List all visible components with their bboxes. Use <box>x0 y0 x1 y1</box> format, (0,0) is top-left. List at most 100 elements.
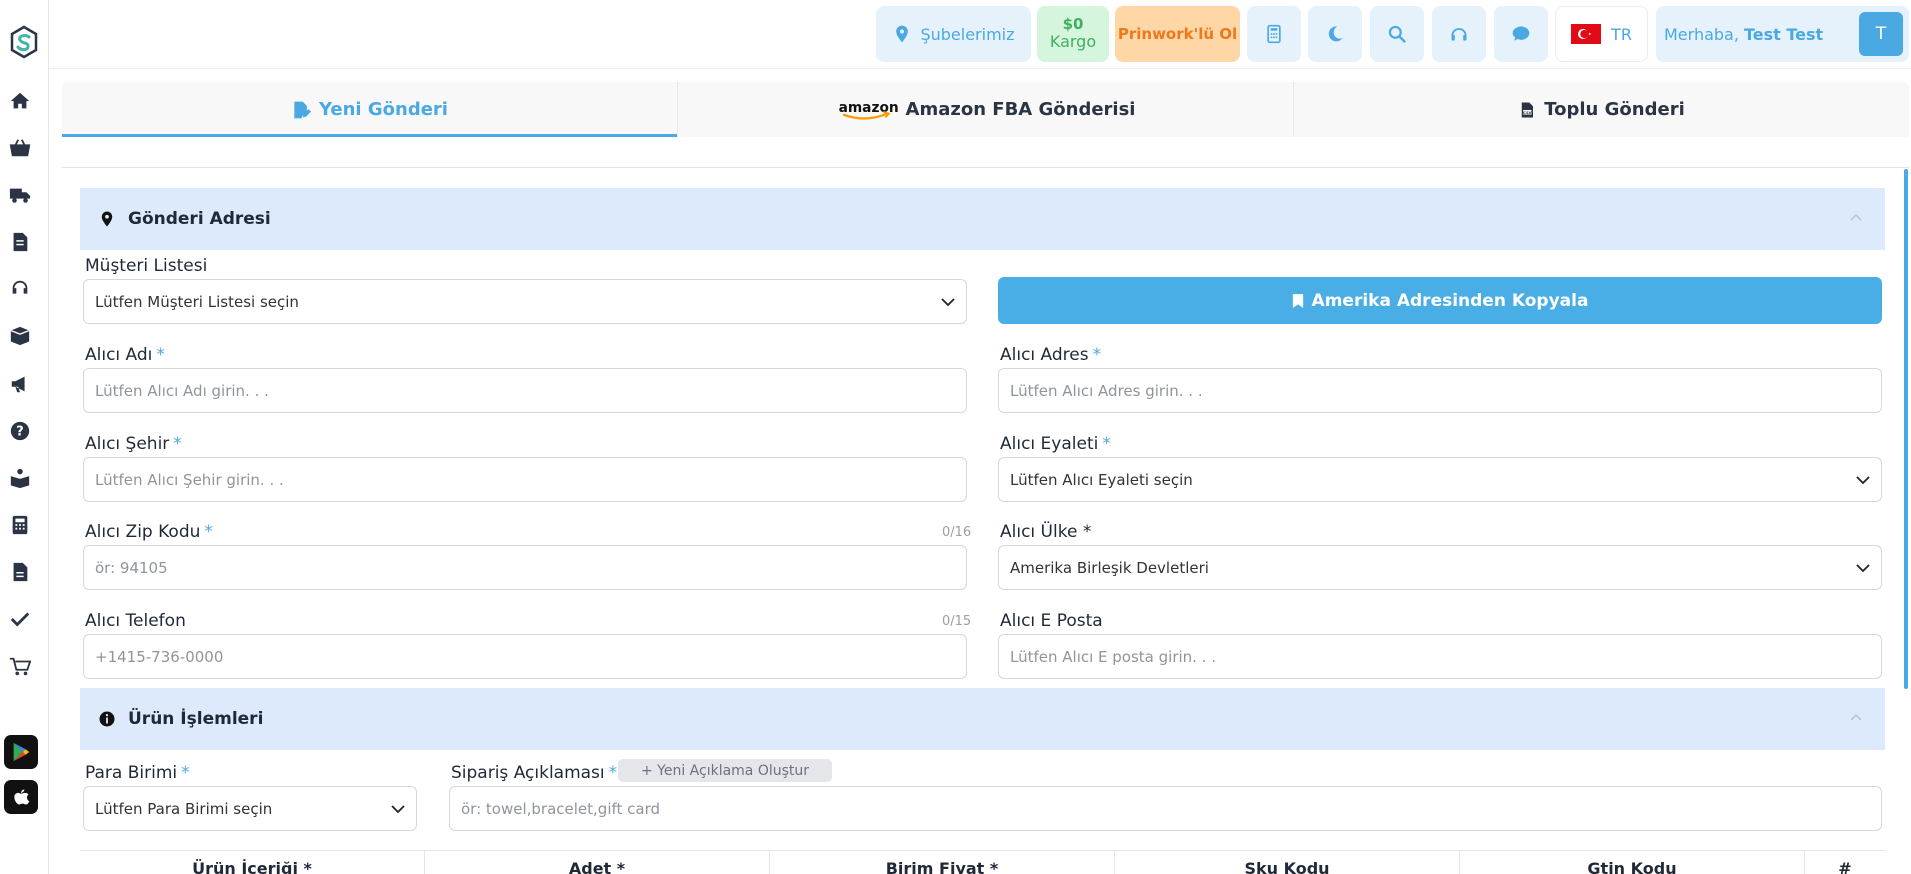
tab-bulk-shipment[interactable]: CSV Toplu Gönderi <box>1294 82 1909 137</box>
chat-button[interactable] <box>1494 6 1548 62</box>
headset-icon <box>1451 28 1467 41</box>
column-header: Gtin Kodu <box>1460 851 1805 874</box>
user-menu[interactable]: Merhaba, Test Test T <box>1656 6 1909 62</box>
section-title: Gönderi Adresi <box>128 209 271 229</box>
recipient-email-input[interactable]: Lütfen Alıcı E posta girin. . . <box>998 634 1882 679</box>
file-icon[interactable] <box>8 560 32 584</box>
section-title: Ürün İşlemleri <box>128 709 264 729</box>
truck-icon[interactable] <box>8 183 32 207</box>
chevron-down-icon <box>391 805 405 814</box>
avatar: T <box>1859 12 1903 56</box>
language-selector[interactable]: TR <box>1555 6 1648 62</box>
google-play-icon[interactable] <box>4 735 38 769</box>
recipient-name-label: Alıcı Adı * <box>85 345 165 365</box>
turkey-flag-icon <box>1571 24 1602 44</box>
sidebar: ? <box>0 0 49 874</box>
info-icon <box>99 711 115 727</box>
app-logo[interactable] <box>9 25 39 59</box>
question-icon[interactable]: ? <box>8 419 32 443</box>
calculator-icon <box>1267 24 1281 44</box>
language-label: TR <box>1611 24 1632 44</box>
form-card <box>62 167 1909 874</box>
recipient-country-select[interactable]: Amerika Birleşik Devletleri <box>998 545 1882 590</box>
section-address-header[interactable]: Gönderi Adresi <box>80 188 1885 250</box>
recipient-zip-label: Alıcı Zip Kodu * <box>85 522 213 542</box>
check-icon[interactable] <box>8 607 32 631</box>
chevron-down-icon <box>1856 476 1870 485</box>
customer-list-label: Müşteri Listesi <box>85 256 208 276</box>
location-pin-icon <box>896 25 909 43</box>
basket-icon[interactable] <box>8 136 32 160</box>
svg-text:CSV: CSV <box>1523 110 1532 114</box>
cart-icon[interactable] <box>8 655 32 679</box>
order-description-input[interactable]: ör: towel,bracelet,gift card <box>449 786 1882 831</box>
location-pin-icon <box>101 211 113 227</box>
cargo-balance[interactable]: $0 Kargo <box>1037 6 1109 62</box>
products-table-header: Ürün İçeriği * Adet * Birim Fiyat * Sku … <box>80 850 1885 874</box>
currency-label: Para Birimi * <box>85 763 190 783</box>
recipient-address-input[interactable]: Lütfen Alıcı Adres girin. . . <box>998 368 1882 413</box>
select-value: Amerika Birleşik Devletleri <box>1010 558 1209 577</box>
select-value: Lütfen Para Birimi seçin <box>95 799 273 818</box>
chevron-up-icon[interactable] <box>1849 210 1863 224</box>
zip-char-counter: 0/16 <box>942 525 972 540</box>
reader-icon[interactable] <box>8 466 32 490</box>
chevron-down-icon <box>941 298 955 307</box>
tab-amazon-fba[interactable]: amazon Amazon FBA Gönderisi <box>678 82 1294 137</box>
greeting-text: Merhaba, <box>1664 24 1739 44</box>
section-products-header[interactable]: Ürün İşlemleri <box>80 688 1885 750</box>
prinwork-label: Prinwork'lü Ol <box>1117 25 1238 43</box>
copy-us-address-button[interactable]: Amerika Adresinden Kopyala <box>998 277 1882 324</box>
recipient-city-input[interactable]: Lütfen Alıcı Şehir girin. . . <box>83 457 967 502</box>
column-header: Ürün İçeriği * <box>80 851 425 874</box>
calculator-button[interactable] <box>1247 6 1301 62</box>
headset-icon[interactable] <box>8 277 32 301</box>
phone-char-counter: 0/15 <box>942 614 972 629</box>
column-header: Birim Fiyat * <box>770 851 1115 874</box>
chevron-up-icon[interactable] <box>1849 710 1863 724</box>
dark-mode-button[interactable] <box>1308 6 1362 62</box>
prinwork-button[interactable]: Prinwork'lü Ol <box>1115 6 1240 62</box>
search-button[interactable] <box>1370 6 1424 62</box>
recipient-phone-label: Alıcı Telefon <box>85 611 186 631</box>
calculator-icon[interactable] <box>8 513 32 537</box>
recipient-country-label: Alıcı Ülke * <box>1000 522 1092 542</box>
document-icon[interactable] <box>8 230 32 254</box>
chat-icon <box>1512 26 1530 41</box>
scrollbar[interactable] <box>1904 169 1908 689</box>
select-value: Lütfen Müşteri Listesi seçin <box>95 292 299 311</box>
recipient-zip-input[interactable]: ör: 94105 <box>83 545 967 590</box>
svg-text:?: ? <box>16 425 23 440</box>
branches-button[interactable]: Şubelerimiz <box>876 6 1031 62</box>
order-description-label: Sipariş Açıklaması * <box>451 763 618 783</box>
cargo-label: Kargo <box>1049 32 1097 52</box>
user-name: Test Test <box>1743 24 1824 44</box>
tab-label: Yeni Gönderi <box>319 99 448 120</box>
moon-icon <box>1328 26 1343 42</box>
new-description-button[interactable]: + Yeni Açıklama Oluştur <box>618 759 832 782</box>
recipient-state-select[interactable]: Lütfen Alıcı Eyaleti seçin <box>998 457 1882 502</box>
boxes-icon[interactable] <box>8 324 32 348</box>
currency-select[interactable]: Lütfen Para Birimi seçin <box>83 786 417 831</box>
select-value: Lütfen Alıcı Eyaleti seçin <box>1010 470 1193 489</box>
recipient-name-input[interactable]: Lütfen Alıcı Adı girin. . . <box>83 368 967 413</box>
column-header: # <box>1838 859 1852 874</box>
recipient-phone-input[interactable]: +1415-736-0000 <box>83 634 967 679</box>
customer-list-select[interactable]: Lütfen Müşteri Listesi seçin <box>83 279 967 324</box>
column-header: Sku Kodu <box>1115 851 1460 874</box>
bookmark-icon <box>1292 293 1303 308</box>
megaphone-icon[interactable] <box>8 372 32 396</box>
tab-new-shipment[interactable]: Yeni Gönderi <box>62 82 678 137</box>
apple-icon[interactable] <box>4 780 38 814</box>
tab-label: Toplu Gönderi <box>1544 99 1685 120</box>
home-icon[interactable] <box>8 89 32 113</box>
recipient-city-label: Alıcı Şehir * <box>85 434 182 454</box>
search-icon <box>1388 25 1406 43</box>
support-button[interactable] <box>1432 6 1486 62</box>
recipient-address-label: Alıcı Adres * <box>1000 345 1102 365</box>
tab-label: Amazon FBA Gönderisi <box>905 99 1136 120</box>
recipient-email-label: Alıcı E Posta <box>1000 611 1103 631</box>
recipient-state-label: Alıcı Eyaleti * <box>1000 434 1111 454</box>
csv-file-icon: CSV <box>1522 102 1534 117</box>
button-label: Amerika Adresinden Kopyala <box>1311 290 1589 311</box>
